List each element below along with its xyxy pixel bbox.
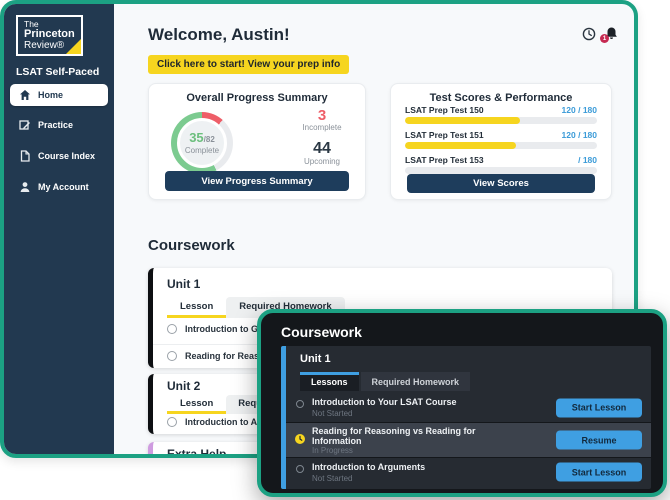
in-progress-clock-icon — [295, 434, 305, 444]
page: The Princeton Review® LSAT Self-Paced Ho… — [0, 0, 670, 500]
sidebar-item-label: Course Index — [38, 151, 95, 161]
score-row: LSAT Prep Test 150 120 / 180 — [405, 105, 597, 130]
tab-lesson[interactable]: Lesson — [167, 395, 226, 414]
score-rows: LSAT Prep Test 150 120 / 180 LSAT Prep T… — [405, 105, 597, 180]
notification-badge: 1 — [600, 34, 609, 43]
view-scores-button[interactable]: View Scores — [407, 174, 595, 193]
modal-lesson-title: Introduction to Arguments — [312, 463, 512, 473]
modal-lesson-status: Not Started — [312, 474, 352, 483]
logo-triangle — [66, 39, 81, 54]
overall-progress-card: Overall Progress Summary 35/82 Complete … — [148, 83, 366, 200]
unit-title: Extra Help — [167, 447, 226, 458]
test-label: LSAT Prep Test 153 — [405, 155, 484, 165]
modal-lesson-status: In Progress — [312, 446, 353, 455]
score-bar — [405, 142, 597, 149]
modal-lesson-title: Introduction to Your LSAT Course — [312, 398, 512, 408]
prep-info-banner-button[interactable]: Click here to start! View your prep info — [148, 55, 349, 74]
incomplete-value: 3 — [287, 108, 357, 123]
sidebar-item-my-account[interactable]: My Account — [10, 176, 108, 198]
modal-lesson-rows: Introduction to Your LSAT Course Not Sta… — [286, 393, 651, 486]
test-score: 120 / 180 — [562, 130, 597, 140]
complete-total: /82 — [204, 135, 215, 144]
princeton-review-logo: The Princeton Review® — [16, 15, 83, 56]
modal-tabs: Lessons Required Homework — [300, 372, 470, 391]
modal-lesson-row[interactable]: Introduction to Arguments Not Started St… — [286, 457, 651, 486]
sidebar-item-label: Practice — [38, 120, 73, 130]
score-row: LSAT Prep Test 151 120 / 180 — [405, 130, 597, 155]
person-icon — [19, 181, 31, 193]
status-circle-icon — [296, 465, 304, 473]
status-circle-icon — [296, 400, 304, 408]
notifications-button[interactable]: 1 — [604, 26, 619, 41]
progress-stats: 3 Incomplete 44 Upcoming — [287, 108, 357, 166]
scores-card-title: Test Scores & Performance — [391, 92, 611, 104]
welcome-heading: Welcome, Austin! — [148, 25, 290, 45]
sidebar: The Princeton Review® LSAT Self-Paced Ho… — [4, 4, 114, 454]
sidebar-item-label: My Account — [38, 182, 89, 192]
home-icon — [19, 89, 31, 101]
start-lesson-button[interactable]: Start Lesson — [556, 463, 642, 482]
score-bar-fill — [405, 142, 516, 149]
sidebar-item-label: Home — [38, 90, 63, 100]
status-circle-icon — [167, 417, 177, 427]
unit-title: Unit 2 — [167, 379, 200, 393]
progress-card-title: Overall Progress Summary — [149, 92, 365, 104]
modal-unit-title: Unit 1 — [300, 353, 331, 365]
coursework-modal: Coursework Unit 1 Lessons Required Homew… — [257, 309, 667, 497]
test-score: / 180 — [578, 155, 597, 165]
test-label: LSAT Prep Test 150 — [405, 105, 484, 115]
sidebar-item-home[interactable]: Home — [10, 84, 108, 106]
complete-value: 35 — [189, 130, 203, 145]
modal-title: Coursework — [281, 324, 362, 340]
modal-tab-required-homework[interactable]: Required Homework — [361, 372, 471, 391]
sidebar-item-practice[interactable]: Practice — [10, 114, 108, 136]
sidebar-item-course-index[interactable]: Course Index — [10, 145, 108, 167]
score-bar-fill — [405, 117, 520, 124]
product-name: LSAT Self-Paced — [16, 66, 99, 78]
header-icons: 1 — [582, 26, 619, 41]
test-score: 120 / 180 — [562, 105, 597, 115]
status-circle-icon — [167, 351, 177, 361]
modal-lesson-row[interactable]: Introduction to Your LSAT Course Not Sta… — [286, 393, 651, 422]
complete-label: Complete — [185, 146, 219, 155]
modal-unit-panel: Unit 1 Lessons Required Homework Introdu… — [281, 346, 651, 489]
upcoming-label: Upcoming — [287, 157, 357, 166]
progress-donut-center: 35/82 Complete — [177, 118, 227, 168]
score-bar — [405, 117, 597, 124]
pencil-icon — [19, 119, 31, 131]
file-icon — [19, 150, 31, 162]
modal-lesson-status: Not Started — [312, 409, 352, 418]
incomplete-label: Incomplete — [287, 123, 357, 132]
modal-tab-lessons[interactable]: Lessons — [300, 372, 359, 391]
tab-lesson[interactable]: Lesson — [167, 297, 226, 318]
resume-button[interactable]: Resume — [556, 431, 642, 450]
start-lesson-button[interactable]: Start Lesson — [556, 398, 642, 417]
view-progress-summary-button[interactable]: View Progress Summary — [165, 171, 349, 191]
status-circle-icon — [167, 324, 177, 334]
test-scores-card: Test Scores & Performance LSAT Prep Test… — [390, 83, 612, 200]
test-label: LSAT Prep Test 151 — [405, 130, 484, 140]
score-bar — [405, 167, 597, 174]
progress-donut: 35/82 Complete — [171, 112, 233, 174]
unit-title: Unit 1 — [167, 277, 200, 291]
modal-lesson-row-in-progress[interactable]: Reading for Reasoning vs Reading for Inf… — [286, 422, 651, 457]
clock-icon[interactable] — [582, 27, 596, 41]
upcoming-value: 44 — [287, 141, 357, 157]
modal-lesson-title: Reading for Reasoning vs Reading for Inf… — [312, 427, 492, 446]
coursework-heading: Coursework — [148, 237, 235, 254]
